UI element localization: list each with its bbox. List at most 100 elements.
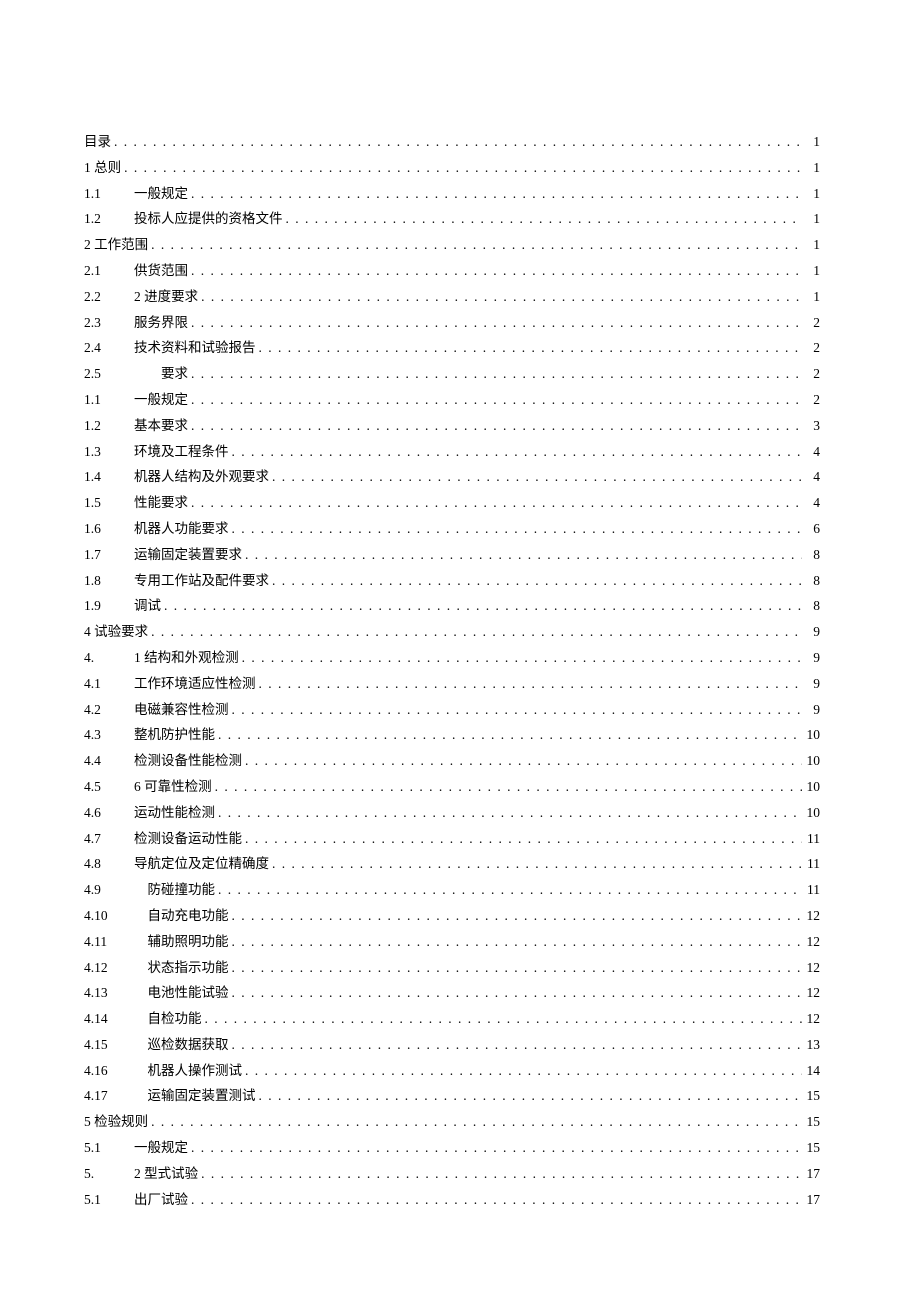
toc-entry: 目录1 [84, 135, 820, 149]
toc-leader-dots [269, 857, 802, 871]
toc-entry-page: 1 [802, 187, 820, 201]
toc-entry-page: 11 [802, 832, 820, 846]
toc-entry-title: 一般规定 [134, 187, 188, 201]
toc-entry-title: 防碰撞功能 [134, 883, 215, 897]
toc-entry-number: 4.15 [84, 1038, 134, 1052]
toc-entry: 1.1一般规定2 [84, 393, 820, 407]
toc-leader-dots [198, 1167, 802, 1181]
toc-entry: 1.1一般规定1 [84, 187, 820, 201]
toc-entry-page: 12 [802, 1012, 820, 1026]
toc-leader-dots [283, 212, 803, 226]
toc-entry-page: 2 [802, 316, 820, 330]
toc-entry: 1.2投标人应提供的资格文件1 [84, 212, 820, 226]
toc-entry-title: 2 进度要求 [134, 290, 198, 304]
toc-entry-page: 3 [802, 419, 820, 433]
toc-leader-dots [121, 161, 802, 175]
toc-entry-page: 11 [802, 883, 820, 897]
toc-entry-page: 1 [802, 290, 820, 304]
toc-entry-title: 服务界限 [134, 316, 188, 330]
toc-entry-number: 1.9 [84, 599, 134, 613]
toc-entry-number: 4.13 [84, 986, 134, 1000]
toc-entry-page: 4 [802, 496, 820, 510]
toc-entry-number: 4.7 [84, 832, 134, 846]
toc-entry-page: 17 [802, 1167, 820, 1181]
toc-entry-title: 投标人应提供的资格文件 [134, 212, 283, 226]
toc-entry-page: 12 [802, 909, 820, 923]
toc-entry-page: 1 [802, 161, 820, 175]
toc-entry-page: 9 [802, 651, 820, 665]
toc-entry: 4.8导航定位及定位精确度11 [84, 857, 820, 871]
toc-entry-number: 4.2 [84, 703, 134, 717]
toc-entry-title: 4 试验要求 [84, 625, 148, 639]
toc-leader-dots [229, 986, 803, 1000]
toc-leader-dots [202, 1012, 803, 1026]
toc-entry-title: 性能要求 [134, 496, 188, 510]
toc-entry-number: 1.2 [84, 212, 134, 226]
toc-entry-page: 1 [802, 135, 820, 149]
toc-entry: 4.7检测设备运动性能11 [84, 832, 820, 846]
toc-leader-dots [229, 445, 803, 459]
toc-entry: 4.13 电池性能试验12 [84, 986, 820, 1000]
toc-leader-dots [188, 393, 802, 407]
toc-entry: 4.6运动性能检测10 [84, 806, 820, 820]
toc-entry-title: 1 总则 [84, 161, 121, 175]
toc-entry: 1.6机器人功能要求6 [84, 522, 820, 536]
toc-entry: 5.2 型式试验17 [84, 1167, 820, 1181]
toc-entry-number: 1.4 [84, 470, 134, 484]
toc-entry-title: 工作环境适应性检测 [134, 677, 256, 691]
toc-entry: 1.2基本要求3 [84, 419, 820, 433]
toc-entry-title: 运输固定装置要求 [134, 548, 242, 562]
toc-leader-dots [242, 754, 802, 768]
toc-leader-dots [188, 1193, 802, 1207]
toc-leader-dots [215, 883, 802, 897]
toc-entry-number: 4.10 [84, 909, 134, 923]
toc-entry-page: 10 [802, 806, 820, 820]
toc-leader-dots [242, 832, 802, 846]
toc-entry-number: 5.1 [84, 1141, 134, 1155]
toc-entry-page: 9 [802, 677, 820, 691]
toc-leader-dots [161, 599, 802, 613]
toc-entry-number: 2.4 [84, 341, 134, 355]
toc-entry-page: 9 [802, 703, 820, 717]
toc-entry-page: 1 [802, 238, 820, 252]
toc-entry: 5 检验规则 15 [84, 1115, 820, 1129]
toc-leader-dots [229, 1038, 803, 1052]
toc-entry: 4.3整机防护性能10 [84, 728, 820, 742]
toc-leader-dots [229, 961, 803, 975]
toc-leader-dots [229, 522, 803, 536]
toc-leader-dots [256, 341, 803, 355]
toc-entry-number: 1.1 [84, 393, 134, 407]
toc-leader-dots [188, 316, 802, 330]
toc-entry-title: 6 可靠性检测 [134, 780, 212, 794]
toc-entry-number: 4.11 [84, 935, 134, 949]
toc-entry-title: 一般规定 [134, 393, 188, 407]
toc-leader-dots [269, 470, 802, 484]
toc-leader-dots [215, 806, 802, 820]
toc-entry-title: 电池性能试验 [134, 986, 229, 1000]
toc-entry-title: 自检功能 [134, 1012, 202, 1026]
toc-leader-dots [269, 574, 802, 588]
toc-entry-page: 9 [802, 625, 820, 639]
toc-entry-title: 2 型式试验 [134, 1167, 198, 1181]
toc-entry-page: 10 [802, 754, 820, 768]
toc-entry: 1.8专用工作站及配件要求8 [84, 574, 820, 588]
toc-leader-dots [188, 367, 802, 381]
toc-leader-dots [188, 496, 802, 510]
toc-entry-page: 12 [802, 961, 820, 975]
toc-entry-title: 检测设备性能检测 [134, 754, 242, 768]
toc-entry-number: 1.8 [84, 574, 134, 588]
toc-entry: 4.14 自检功能12 [84, 1012, 820, 1026]
toc-entry-title: 技术资料和试验报告 [134, 341, 256, 355]
toc-leader-dots [188, 187, 802, 201]
toc-entry: 2.1供货范围1 [84, 264, 820, 278]
toc-entry: 1.3环境及工程条件4 [84, 445, 820, 459]
toc-leader-dots [148, 238, 802, 252]
toc-entry: 1.9调试8 [84, 599, 820, 613]
toc-entry-title: 环境及工程条件 [134, 445, 229, 459]
toc-leader-dots [229, 703, 803, 717]
toc-entry-title: 5 检验规则 [84, 1115, 148, 1129]
toc-leader-dots [239, 651, 802, 665]
toc-entry: 2.3服务界限2 [84, 316, 820, 330]
toc-entry-page: 15 [802, 1115, 820, 1129]
toc-entry: 4.4检测设备性能检测10 [84, 754, 820, 768]
